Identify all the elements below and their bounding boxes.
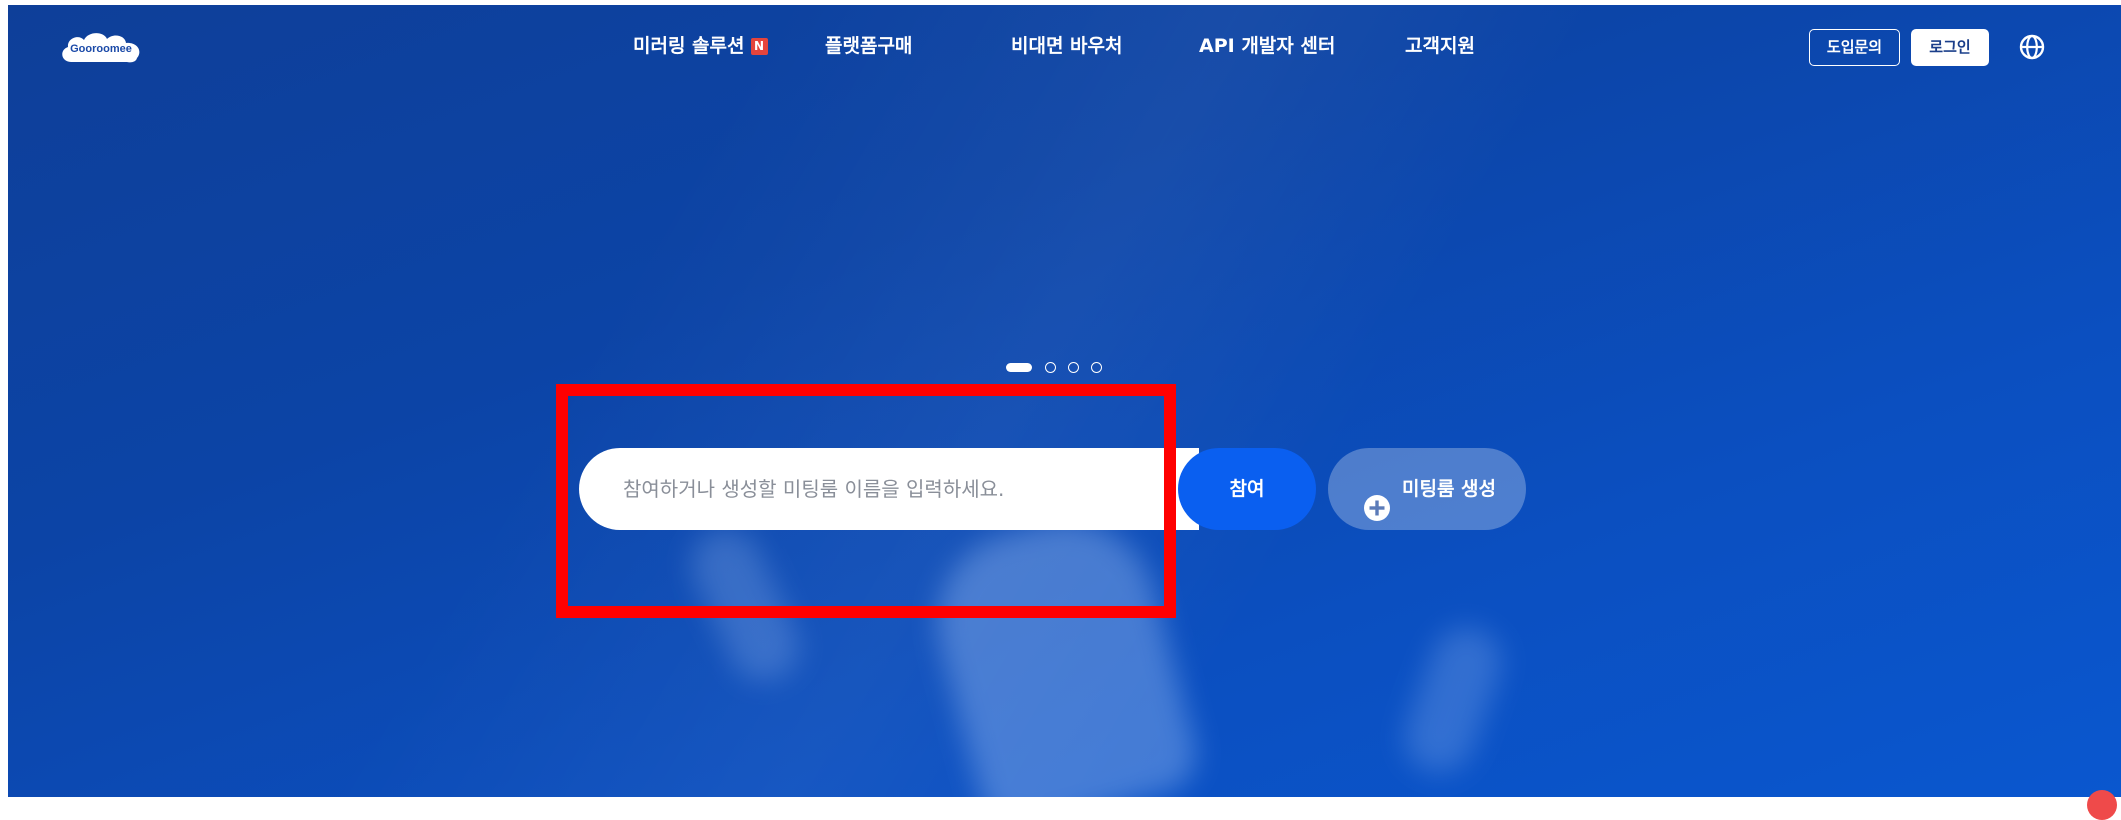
nav-item-label: 고객지원 <box>1405 35 1475 57</box>
hero-background <box>8 5 2121 797</box>
slider-dot-active[interactable] <box>1006 363 1032 372</box>
slider-dot[interactable] <box>1068 362 1079 373</box>
nav-item-voucher[interactable]: 비대면 바우처 <box>1011 28 1123 64</box>
nav-item-label: 플랫폼구매 <box>825 35 913 57</box>
logo[interactable]: Gooroomee <box>57 29 145 69</box>
nav-item-label: 비대면 바우처 <box>1011 35 1123 57</box>
nav-item-label: API 개발자 센터 <box>1199 35 1336 57</box>
nav-item-platform-purchase[interactable]: 플랫폼구매 <box>825 28 912 64</box>
slider-dot[interactable] <box>1045 362 1056 373</box>
create-room-label: 미팅룸 생성 <box>1402 478 1497 500</box>
globe-icon[interactable] <box>2018 33 2046 61</box>
login-button[interactable]: 로그인 <box>1911 29 1989 66</box>
plus-circle-icon <box>1363 475 1391 521</box>
hero-illustration-figure <box>1394 617 1512 783</box>
meeting-room-name-input[interactable] <box>579 448 1199 530</box>
nav-item-api-developer-center[interactable]: API 개발자 센터 <box>1199 28 1335 64</box>
join-button[interactable]: 참여 <box>1178 448 1316 530</box>
nav-item-mirroring-solution[interactable]: 미러링 솔루션 N <box>633 28 768 64</box>
nav-item-label: 미러링 솔루션 <box>633 35 745 57</box>
nav-item-customer-support[interactable]: 고객지원 <box>1405 28 1475 64</box>
inquiry-button[interactable]: 도입문의 <box>1809 29 1900 66</box>
hero-illustration <box>917 501 1205 797</box>
chat-widget[interactable] <box>2087 790 2117 820</box>
create-room-button[interactable]: 미팅룸 생성 <box>1328 448 1526 530</box>
hero-illustration-figure <box>679 517 811 693</box>
logo-text: Gooroomee <box>70 43 132 55</box>
slider-dot[interactable] <box>1091 362 1102 373</box>
new-badge: N <box>750 38 768 55</box>
